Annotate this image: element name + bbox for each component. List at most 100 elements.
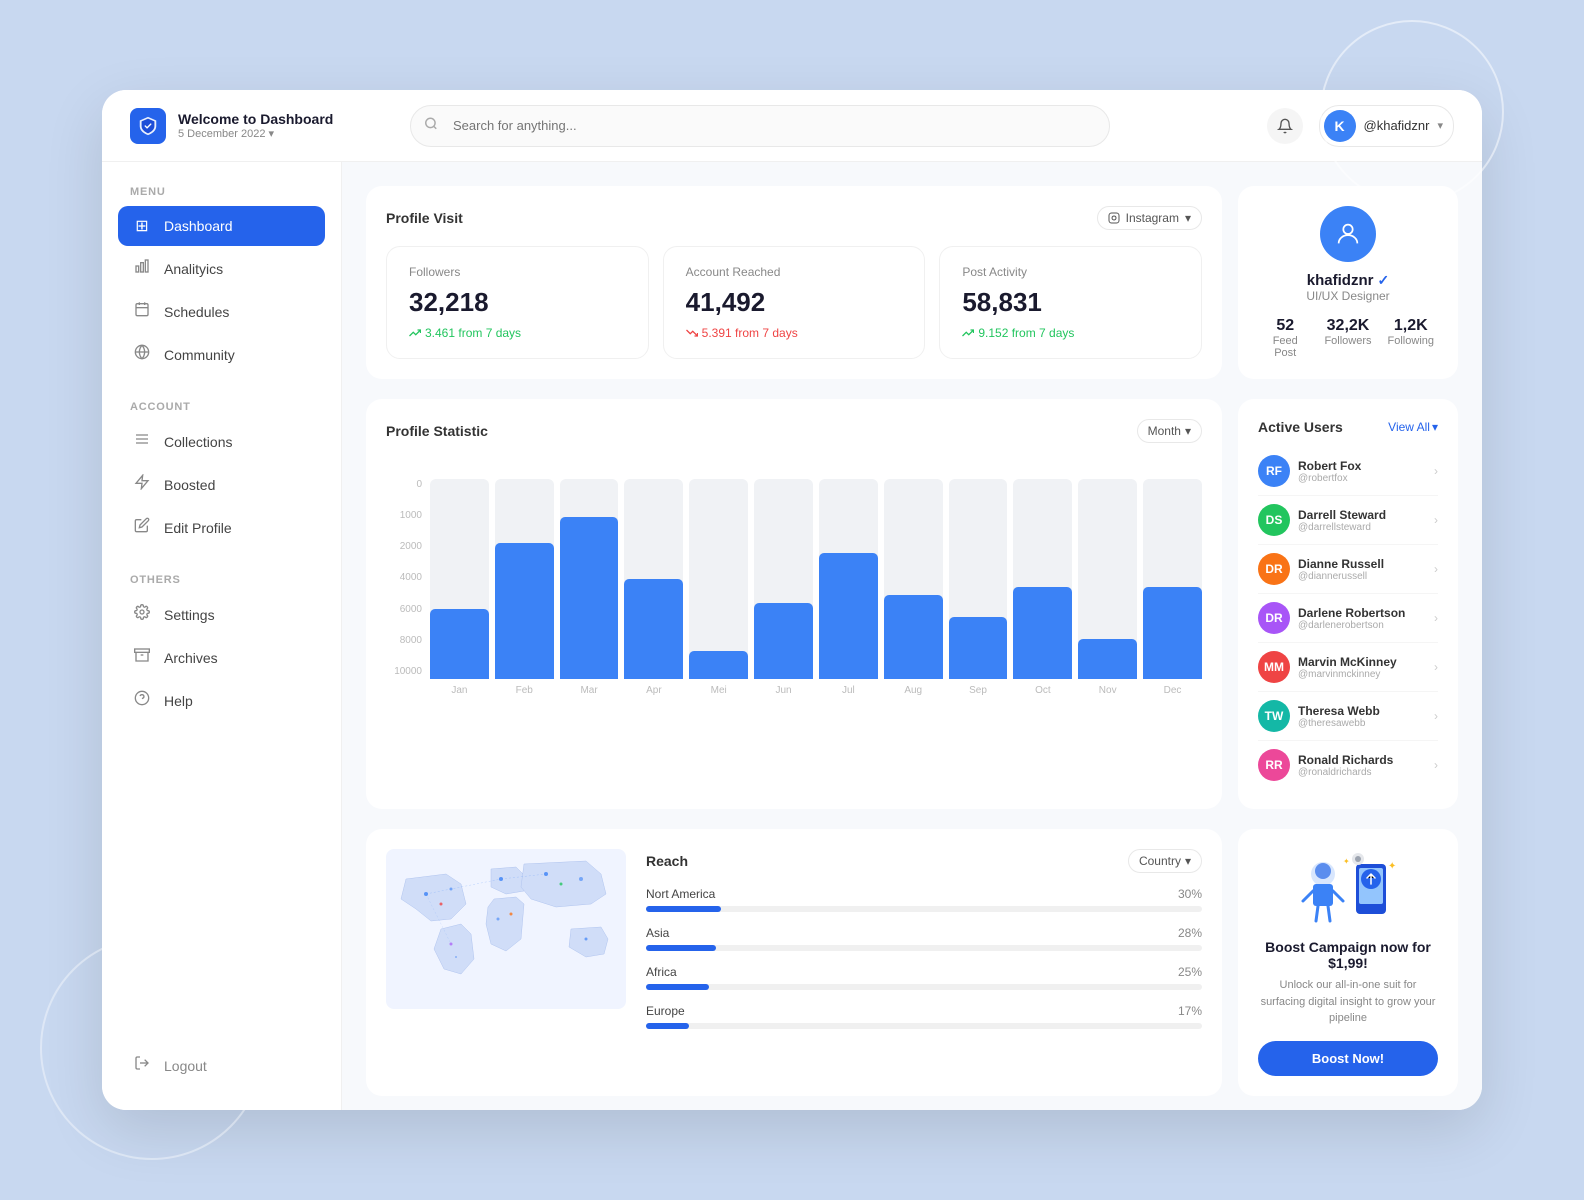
middle-row: Profile Statistic Month ▾ 10000 8000 <box>366 399 1458 809</box>
list-item: Europe 17% <box>646 1004 1202 1029</box>
avatar: TW <box>1258 700 1290 732</box>
avatar: RR <box>1258 749 1290 781</box>
reach-list: Nort America 30% Asia 28% Africa 25% <box>646 887 1202 1029</box>
sidebar-label-help: Help <box>164 693 193 709</box>
profile-name: khafidznr ✓ <box>1307 272 1389 289</box>
stat-card-post-activity: Post Activity 58,831 9.152 from 7 days <box>939 246 1202 359</box>
sidebar-label-analytics: Analityics <box>164 261 223 277</box>
sidebar-label-collections: Collections <box>164 434 232 450</box>
list-item[interactable]: MM Marvin McKinney @marvinmckinney › <box>1258 643 1438 692</box>
sidebar-item-help[interactable]: Help <box>118 680 325 721</box>
sidebar-item-analytics[interactable]: Analityics <box>118 248 325 289</box>
chevron-right-icon: › <box>1434 513 1438 527</box>
sidebar-item-archives[interactable]: Archives <box>118 637 325 678</box>
sidebar-item-community[interactable]: Community <box>118 334 325 375</box>
list-item[interactable]: DR Dianne Russell @diannerussell › <box>1258 545 1438 594</box>
sidebar-item-edit-profile[interactable]: Edit Profile <box>118 507 325 548</box>
boost-now-button[interactable]: Boost Now! <box>1258 1041 1438 1076</box>
search-icon <box>424 116 438 135</box>
profile-stat-feed: 52 Feed Post <box>1262 317 1308 359</box>
logout-button[interactable]: Logout <box>118 1045 325 1086</box>
sidebar-item-schedules[interactable]: Schedules <box>118 291 325 332</box>
bar-col-dec <box>1143 479 1202 679</box>
profile-stat-following: 1,2K Following <box>1388 317 1434 359</box>
instagram-select[interactable]: Instagram ▾ <box>1097 206 1202 230</box>
sidebar-item-boosted[interactable]: Boosted <box>118 464 325 505</box>
user-profile-badge[interactable]: K @khafidznr ▾ <box>1319 105 1454 147</box>
brand-date: 5 December 2022 ▾ <box>178 127 333 140</box>
main-content: Profile Visit Instagram ▾ Followers <box>342 162 1482 1110</box>
boost-illustration: ✦ ✦ <box>1288 849 1408 929</box>
avatar: DR <box>1258 602 1290 634</box>
svg-text:✦: ✦ <box>1388 861 1396 872</box>
search-bar[interactable] <box>410 105 1110 147</box>
active-users-title: Active Users <box>1258 419 1343 435</box>
menu-section-label: Menu <box>118 186 325 198</box>
list-item[interactable]: RF Robert Fox @robertfox › <box>1258 447 1438 496</box>
settings-icon <box>132 604 152 625</box>
sidebar-item-settings[interactable]: Settings <box>118 594 325 635</box>
bar-col-sep <box>949 479 1008 679</box>
brand: Welcome to Dashboard 5 December 2022 ▾ <box>130 108 370 144</box>
profile-stats: 52 Feed Post 32,2K Followers 1,2K Follow… <box>1262 317 1434 359</box>
sidebar-item-dashboard[interactable]: ⊞ Dashboard <box>118 206 325 246</box>
notification-button[interactable] <box>1267 108 1303 144</box>
list-item[interactable]: RR Ronald Richards @ronaldrichards › <box>1258 741 1438 789</box>
view-all-button[interactable]: View All ▾ <box>1388 420 1438 434</box>
topbar-right: K @khafidznr ▾ <box>1267 105 1454 147</box>
sidebar-label-boosted: Boosted <box>164 477 215 493</box>
sidebar-label-community: Community <box>164 347 235 363</box>
chevron-right-icon: › <box>1434 464 1438 478</box>
verified-badge-icon: ✓ <box>1377 272 1389 289</box>
dashboard-icon: ⊞ <box>132 216 152 236</box>
sidebar-label-schedules: Schedules <box>164 304 229 320</box>
list-item[interactable]: TW Theresa Webb @theresawebb › <box>1258 692 1438 741</box>
brand-title: Welcome to Dashboard <box>178 111 333 127</box>
country-select[interactable]: Country ▾ <box>1128 849 1202 873</box>
bars-area <box>430 479 1202 679</box>
card-header: Profile Visit Instagram ▾ <box>386 206 1202 230</box>
analytics-icon <box>132 258 152 279</box>
active-users-header: Active Users View All ▾ <box>1258 419 1438 435</box>
chevron-right-icon: › <box>1434 562 1438 576</box>
avatar: MM <box>1258 651 1290 683</box>
reach-section: Reach Country ▾ Nort America 30% Asia <box>646 849 1202 1076</box>
profile-visit-title: Profile Visit <box>386 210 463 226</box>
reach-title: Reach <box>646 853 688 869</box>
profile-role: UI/UX Designer <box>1306 289 1389 303</box>
sidebar-label-archives: Archives <box>164 650 218 666</box>
stat-card-followers: Followers 32,218 3.461 from 7 days <box>386 246 649 359</box>
y-axis: 10000 8000 6000 4000 2000 1000 0 <box>386 479 422 679</box>
account-section-label: Account <box>118 401 325 413</box>
list-item[interactable]: DR Darlene Robertson @darlenerobertson › <box>1258 594 1438 643</box>
boost-card: ✦ ✦ Boost Campaign now for $1,99! Unlock… <box>1238 829 1458 1096</box>
edit-profile-icon <box>132 517 152 538</box>
period-select[interactable]: Month ▾ <box>1137 419 1202 443</box>
search-input[interactable] <box>410 105 1110 147</box>
archives-icon <box>132 647 152 668</box>
boost-title: Boost Campaign now for $1,99! <box>1258 939 1438 971</box>
avatar: RF <box>1258 455 1290 487</box>
avatar: DS <box>1258 504 1290 536</box>
active-users-card: Active Users View All ▾ RF Robert Fox @r… <box>1238 399 1458 809</box>
profile-stat-followers: 32,2K Followers <box>1324 317 1371 359</box>
list-item[interactable]: DS Darrell Steward @darrellsteward › <box>1258 496 1438 545</box>
sidebar-item-collections[interactable]: Collections <box>118 421 325 462</box>
sidebar: Menu ⊞ Dashboard Analityics <box>102 162 342 1110</box>
logout-label: Logout <box>164 1058 207 1074</box>
x-axis: JanFebMarAprMeiJunJulAugSepOctNovDec <box>386 685 1202 696</box>
reach-header: Reach Country ▾ <box>646 849 1202 873</box>
user-name-label: @khafidznr <box>1364 118 1430 133</box>
logout-icon <box>132 1055 152 1076</box>
stat-change-followers: 3.461 from 7 days <box>409 326 626 340</box>
chevron-right-icon: › <box>1434 611 1438 625</box>
chevron-down-icon: ▾ <box>268 127 274 140</box>
schedules-icon <box>132 301 152 322</box>
others-section-label: Others <box>118 574 325 586</box>
chart-card: Profile Statistic Month ▾ 10000 8000 <box>366 399 1222 809</box>
avatar: DR <box>1258 553 1290 585</box>
active-users-list: RF Robert Fox @robertfox › DS Darrell St… <box>1258 447 1438 789</box>
svg-text:✦: ✦ <box>1343 857 1350 866</box>
brand-logo <box>130 108 166 144</box>
stat-change-reached: 5.391 from 7 days <box>686 326 903 340</box>
